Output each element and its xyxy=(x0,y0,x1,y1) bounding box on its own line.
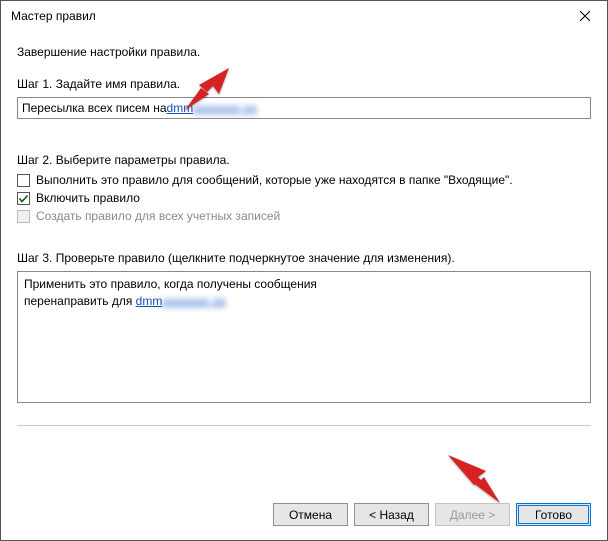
titlebar: Мастер правил xyxy=(1,1,607,31)
finish-button[interactable]: Готово xyxy=(516,503,591,526)
separator xyxy=(17,425,591,426)
window-title: Мастер правил xyxy=(11,9,96,23)
rule-line2: перенаправить для dmmaaaaaaa aa xyxy=(24,293,584,310)
step2-label: Шаг 2. Выберите параметры правила. xyxy=(17,153,591,167)
back-button[interactable]: < Назад xyxy=(354,503,429,526)
rule-description-box[interactable]: Применить это правило, когда получены со… xyxy=(17,271,591,403)
rule-name-input[interactable]: Пересылка всех писем на dmmaaaaaaa aa xyxy=(17,97,591,119)
close-button[interactable] xyxy=(562,1,607,31)
option-label: Создать правило для всех учетных записей xyxy=(36,209,280,223)
heading: Завершение настройки правила. xyxy=(17,45,591,59)
dialog-content: Завершение настройки правила. Шаг 1. Зад… xyxy=(1,31,607,426)
checkbox-apply-existing[interactable] xyxy=(17,174,30,187)
checkbox-all-accounts xyxy=(17,210,30,223)
checkmark-icon xyxy=(18,193,29,204)
close-icon xyxy=(580,11,590,21)
step1-label: Шаг 1. Задайте имя правила. xyxy=(17,77,591,91)
option-enable-rule[interactable]: Включить правило xyxy=(17,191,591,205)
rule-line1: Применить это правило, когда получены со… xyxy=(24,276,584,293)
rule-name-email-link[interactable]: dmmaaaaaaa aa xyxy=(167,101,257,115)
option-label: Выполнить это правило для сообщений, кот… xyxy=(36,173,513,187)
annotation-arrow-icon xyxy=(446,449,506,507)
option-all-accounts: Создать правило для всех учетных записей xyxy=(17,209,591,223)
next-button: Далее > xyxy=(435,503,510,526)
option-apply-existing[interactable]: Выполнить это правило для сообщений, кот… xyxy=(17,173,591,187)
cancel-button[interactable]: Отмена xyxy=(273,503,348,526)
rule-email-link[interactable]: dmmaaaaaaa aa xyxy=(136,294,226,308)
step2-options: Выполнить это правило для сообщений, кот… xyxy=(17,173,591,223)
checkbox-enable-rule[interactable] xyxy=(17,192,30,205)
rule-name-prefix: Пересылка всех писем на xyxy=(22,101,167,115)
button-row: Отмена < Назад Далее > Готово xyxy=(273,503,591,526)
option-label: Включить правило xyxy=(36,191,140,205)
step3-label: Шаг 3. Проверьте правило (щелкните подче… xyxy=(17,251,591,265)
